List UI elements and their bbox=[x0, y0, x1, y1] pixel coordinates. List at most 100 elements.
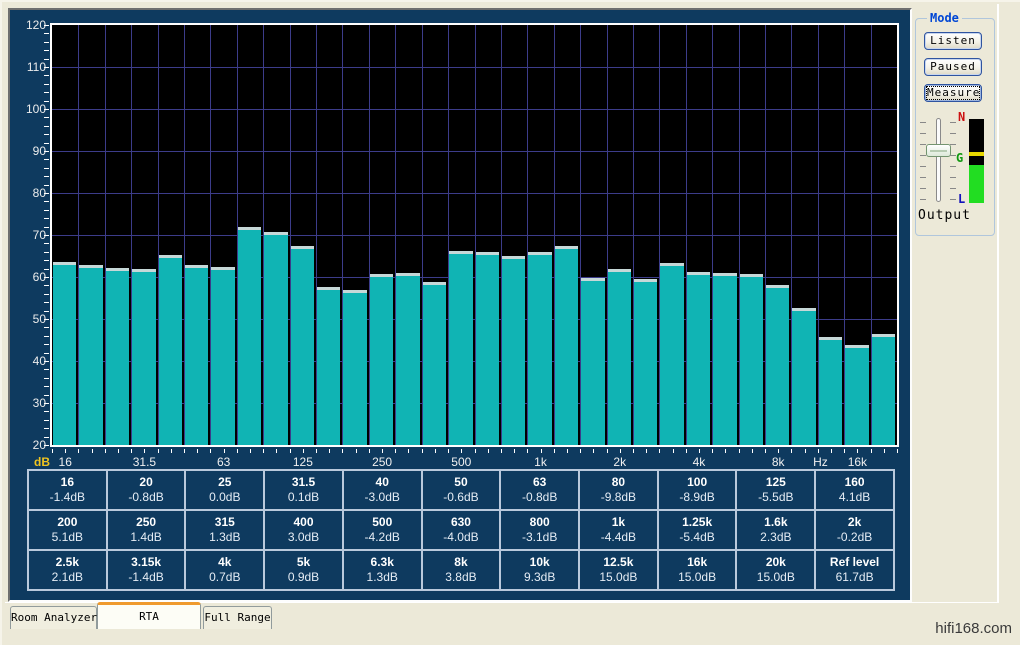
frequency-label: 63 bbox=[501, 475, 578, 490]
output-slider-thumb[interactable] bbox=[926, 144, 951, 157]
y-axis-tick bbox=[44, 361, 49, 362]
db-value: -4.4dB bbox=[580, 530, 657, 545]
spectrum-bar bbox=[106, 268, 129, 445]
x-axis-tick bbox=[567, 449, 568, 453]
frequency-label: 200 bbox=[29, 515, 106, 530]
frequency-label: 40 bbox=[344, 475, 421, 490]
y-axis-tick bbox=[44, 134, 49, 135]
frequency-label: 10k bbox=[501, 555, 578, 570]
x-tick-label: 1k bbox=[534, 455, 547, 469]
x-tick-label: 16 bbox=[59, 455, 72, 469]
y-axis-tick bbox=[44, 50, 49, 51]
x-axis-tick bbox=[607, 449, 608, 453]
spectrum-bar bbox=[423, 282, 446, 445]
table-cell: 630-4.0dB bbox=[422, 510, 501, 550]
frequency-label: 16k bbox=[659, 555, 736, 570]
table-cell: 800-3.1dB bbox=[500, 510, 579, 550]
db-value: -3.1dB bbox=[501, 530, 578, 545]
bar-peak-cap bbox=[449, 251, 472, 254]
table-cell: 1604.1dB bbox=[815, 470, 894, 510]
db-value: 0.9dB bbox=[265, 570, 342, 585]
x-axis-tick bbox=[448, 449, 449, 453]
db-value: -3.0dB bbox=[344, 490, 421, 505]
slider-tick-right bbox=[950, 133, 956, 134]
paused-button[interactable]: Paused bbox=[924, 58, 982, 76]
bar-peak-cap bbox=[476, 252, 499, 255]
bar-peak-cap bbox=[581, 278, 604, 281]
y-axis-tick bbox=[44, 243, 49, 244]
x-axis-tick bbox=[712, 449, 713, 453]
y-axis-tick bbox=[44, 445, 49, 446]
x-axis-tick bbox=[422, 449, 423, 453]
output-label: Output bbox=[918, 208, 971, 223]
spectrum-bar bbox=[819, 337, 842, 445]
x-tick-label: 500 bbox=[451, 455, 471, 469]
table-cell: 2.5k2.1dB bbox=[28, 550, 107, 590]
y-tick-label: 20 bbox=[14, 438, 46, 452]
table-cell: 2k-0.2dB bbox=[815, 510, 894, 550]
y-axis-tick bbox=[44, 218, 49, 219]
table-cell: 3.15k-1.4dB bbox=[107, 550, 186, 590]
y-axis-tick bbox=[44, 185, 49, 186]
db-value: 0.0dB bbox=[186, 490, 263, 505]
bar-peak-cap bbox=[528, 252, 551, 255]
x-axis-tick bbox=[316, 449, 317, 453]
tab-rta[interactable]: RTA bbox=[97, 602, 201, 629]
table-cell: 6.3k1.3dB bbox=[343, 550, 422, 590]
frequency-label: 3.15k bbox=[108, 555, 185, 570]
y-axis-tick bbox=[44, 92, 49, 93]
table-cell: 1.6k2.3dB bbox=[736, 510, 815, 550]
spectrum-bar bbox=[687, 272, 710, 445]
spectrum-bar bbox=[370, 274, 393, 445]
spectrum-bar bbox=[555, 246, 578, 445]
mode-groupbox-title: Mode bbox=[927, 11, 962, 25]
frequency-label: 1.25k bbox=[659, 515, 736, 530]
tab-full-range[interactable]: Full Range bbox=[203, 606, 272, 629]
y-axis-tick bbox=[44, 344, 49, 345]
y-axis-tick bbox=[44, 117, 49, 118]
frequency-label: 4k bbox=[186, 555, 263, 570]
x-axis-tick bbox=[541, 449, 542, 453]
db-value: 2.1dB bbox=[29, 570, 106, 585]
x-axis-tick bbox=[52, 449, 53, 453]
x-axis-tick bbox=[514, 449, 515, 453]
frequency-label: 1k bbox=[580, 515, 657, 530]
bar-peak-cap bbox=[502, 256, 525, 259]
slider-tick-left bbox=[920, 166, 926, 167]
table-cell: 10k9.3dB bbox=[500, 550, 579, 590]
table-cell: 1k-4.4dB bbox=[579, 510, 658, 550]
x-axis-tick bbox=[303, 449, 304, 453]
db-value: -0.2dB bbox=[816, 530, 893, 545]
db-value: -1.4dB bbox=[29, 490, 106, 505]
x-axis-tick bbox=[144, 449, 145, 453]
y-axis-tick bbox=[44, 302, 49, 303]
y-axis-tick bbox=[44, 126, 49, 127]
db-value: 3.0dB bbox=[265, 530, 342, 545]
table-cell: Ref level61.7dB bbox=[815, 550, 894, 590]
y-axis-unit-label: dB bbox=[24, 455, 50, 469]
x-axis-tick bbox=[580, 449, 581, 453]
db-value: 1.3dB bbox=[186, 530, 263, 545]
tab-room-analyzer[interactable]: Room Analyzer bbox=[10, 606, 97, 629]
slider-tick-right bbox=[950, 144, 956, 145]
bar-peak-cap bbox=[159, 255, 182, 258]
frequency-label: 160 bbox=[816, 475, 893, 490]
x-axis-tick bbox=[818, 449, 819, 453]
slider-tick-right bbox=[950, 188, 956, 189]
x-tick-label: 8k bbox=[772, 455, 785, 469]
measure-button[interactable]: Measure bbox=[924, 84, 982, 102]
db-value: 5.1dB bbox=[29, 530, 106, 545]
meter-label-l: L bbox=[958, 192, 965, 206]
output-slider-track[interactable] bbox=[936, 118, 941, 202]
bar-peak-cap bbox=[79, 265, 102, 268]
bar-peak-cap bbox=[132, 269, 155, 272]
slider-tick-right bbox=[950, 199, 956, 200]
y-axis-tick bbox=[44, 403, 49, 404]
y-tick-label: 120 bbox=[14, 18, 46, 32]
y-axis-tick bbox=[44, 294, 49, 295]
db-value: -9.8dB bbox=[580, 490, 657, 505]
bar-peak-cap bbox=[872, 334, 895, 337]
x-tick-label: 4k bbox=[693, 455, 706, 469]
x-axis-tick bbox=[673, 449, 674, 453]
listen-button[interactable]: Listen bbox=[924, 32, 982, 50]
